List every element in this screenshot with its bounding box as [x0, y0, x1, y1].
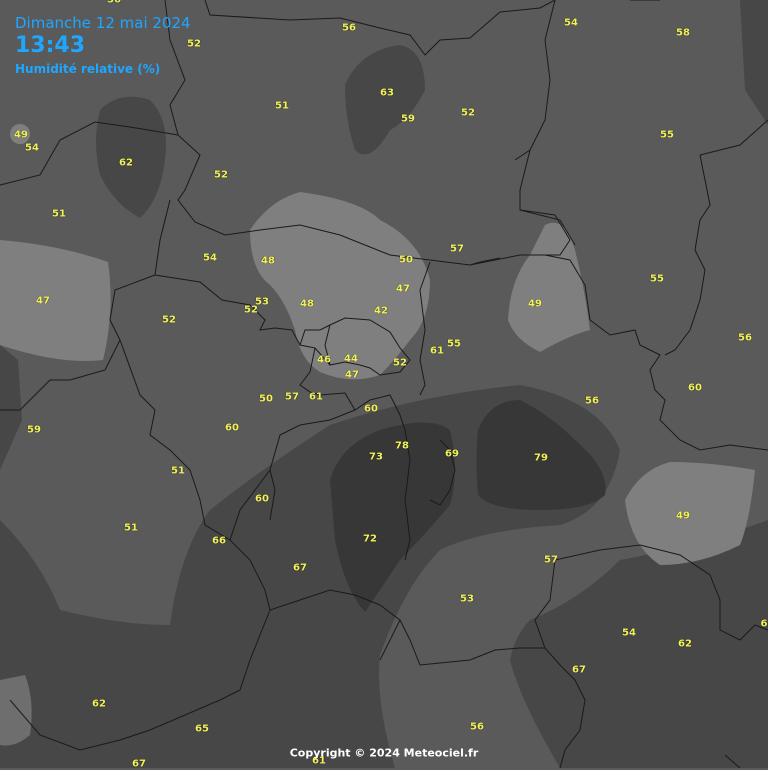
humidity-value: 55	[650, 273, 664, 285]
humidity-value: 51	[52, 208, 66, 220]
humidity-value: 47	[36, 295, 50, 307]
humidity-value: 60	[255, 493, 269, 505]
humidity-value: 60	[688, 382, 702, 394]
humidity-value: 58	[676, 27, 690, 39]
humidity-value: 60	[364, 403, 378, 415]
humidity-value: 62	[678, 638, 692, 650]
humidity-value: 51	[124, 522, 138, 534]
humidity-value: 57	[285, 391, 299, 403]
humidity-value: 63	[380, 87, 394, 99]
humidity-value: 56	[470, 721, 484, 733]
parameter-label: Humidité relative (%)	[15, 62, 161, 76]
humidity-value: 47	[396, 283, 410, 295]
humidity-value: 72	[363, 533, 377, 545]
humidity-value: 67	[572, 664, 586, 676]
humidity-value: 56	[738, 332, 752, 344]
humidity-value: 46	[317, 354, 331, 366]
humidity-value: 52	[214, 169, 228, 181]
humidity-value: 55	[660, 129, 674, 141]
humidity-value: 49	[676, 510, 690, 522]
humidity-value: 57	[544, 554, 558, 566]
humidity-value: 60	[225, 422, 239, 434]
humidity-value: 54	[203, 252, 217, 264]
humidity-value: 54	[622, 627, 636, 639]
humidity-value: 56	[107, 0, 121, 6]
humidity-value: 50	[259, 393, 273, 405]
forecast-date: Dimanche 12 mai 2024	[15, 14, 191, 32]
humidity-value: 51	[171, 465, 185, 477]
humidity-value: 49	[14, 129, 28, 141]
humidity-value: 44	[344, 353, 358, 365]
humidity-value: 65	[195, 723, 209, 735]
forecast-time: 13:43	[15, 33, 86, 58]
humidity-value: 66	[212, 535, 226, 547]
humidity-value: 78	[395, 440, 409, 452]
humidity-value: 59	[27, 424, 41, 436]
humidity-value: 62	[92, 698, 106, 710]
humidity-value: 52	[393, 357, 407, 369]
copyright-notice: Copyright © 2024 Meteociel.fr	[289, 746, 479, 760]
humidity-value: 57	[450, 243, 464, 255]
humidity-value: 6	[760, 618, 768, 630]
humidity-value: 73	[369, 451, 383, 463]
humidity-value: 52	[162, 314, 176, 326]
humidity-value: 59	[401, 113, 415, 125]
humidity-value: 42	[374, 305, 388, 317]
humidity-value: 50	[399, 254, 413, 266]
humidity-value: 62	[119, 157, 133, 169]
humidity-map	[0, 0, 768, 768]
humidity-value: 49	[528, 298, 542, 310]
humidity-value: 56	[585, 395, 599, 407]
humidity-value: 48	[300, 298, 314, 310]
humidity-value: 48	[261, 255, 275, 267]
humidity-value: 67	[293, 562, 307, 574]
humidity-value: 54	[564, 17, 578, 29]
humidity-value: 61	[309, 391, 323, 403]
humidity-value: 56	[342, 22, 356, 34]
humidity-value: 53	[460, 593, 474, 605]
humidity-value: 79	[534, 452, 548, 464]
humidity-value: 54	[25, 142, 39, 154]
humidity-value: 55	[447, 338, 461, 350]
humidity-value: 51	[275, 100, 289, 112]
humidity-value: 52	[244, 304, 258, 316]
humidity-value: 69	[445, 448, 459, 460]
humidity-value: 52	[461, 107, 475, 119]
humidity-value: 47	[345, 369, 359, 381]
humidity-value: 61	[430, 345, 444, 357]
humidity-value: 52	[187, 38, 201, 50]
